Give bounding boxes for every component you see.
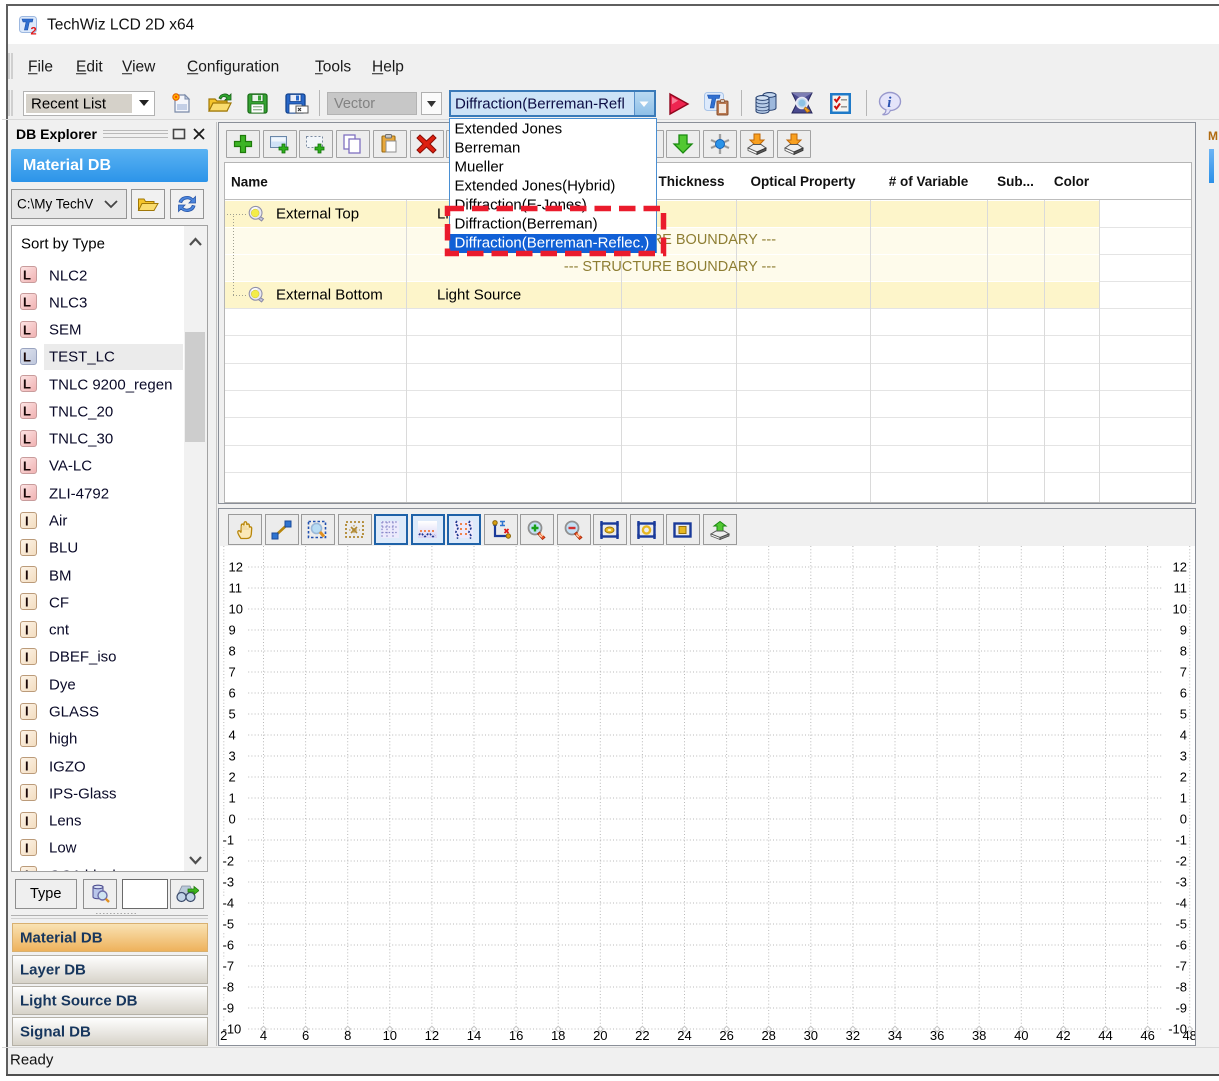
svg-text:5: 5 [1179, 707, 1186, 722]
svg-text:-9: -9 [222, 1001, 234, 1016]
svg-text:-3: -3 [1175, 875, 1187, 890]
svg-text:4: 4 [1179, 728, 1186, 743]
svg-text:5: 5 [228, 707, 235, 722]
svg-text:-4: -4 [222, 896, 234, 911]
svg-text:26: 26 [719, 1028, 733, 1043]
svg-text:12: 12 [1172, 560, 1186, 575]
svg-text:10: 10 [382, 1028, 396, 1043]
svg-text:3: 3 [228, 749, 235, 764]
svg-text:-6: -6 [1175, 938, 1187, 953]
svg-text:-8: -8 [1175, 980, 1187, 995]
svg-text:-5: -5 [1175, 917, 1187, 932]
svg-text:8: 8 [228, 644, 235, 659]
svg-text:12: 12 [424, 1028, 438, 1043]
svg-text:36: 36 [929, 1028, 943, 1043]
svg-text:-4: -4 [1175, 896, 1187, 911]
svg-text:7: 7 [228, 665, 235, 680]
svg-text:20: 20 [593, 1028, 607, 1043]
svg-text:22: 22 [635, 1028, 649, 1043]
svg-text:7: 7 [1179, 665, 1186, 680]
svg-text:0: 0 [1179, 812, 1186, 827]
svg-text:-1: -1 [222, 833, 234, 848]
svg-text:-1: -1 [1175, 833, 1187, 848]
svg-text:2: 2 [228, 770, 235, 785]
svg-text:32: 32 [845, 1028, 859, 1043]
svg-text:9: 9 [1179, 623, 1186, 638]
svg-text:14: 14 [466, 1028, 480, 1043]
svg-text:11: 11 [228, 581, 242, 596]
svg-text:9: 9 [228, 623, 235, 638]
svg-text:-8: -8 [222, 980, 234, 995]
svg-text:-3: -3 [222, 875, 234, 890]
svg-text:6: 6 [301, 1028, 308, 1043]
svg-text:6: 6 [228, 686, 235, 701]
svg-text:8: 8 [344, 1028, 351, 1043]
svg-text:6: 6 [1179, 686, 1186, 701]
svg-text:40: 40 [1014, 1028, 1028, 1043]
svg-text:10: 10 [1172, 602, 1186, 617]
svg-text:1: 1 [228, 791, 235, 806]
svg-text:-7: -7 [1175, 959, 1187, 974]
svg-text:4: 4 [228, 728, 235, 743]
svg-text:2: 2 [1179, 770, 1186, 785]
svg-text:11: 11 [1173, 581, 1187, 596]
svg-text:2: 2 [220, 1028, 227, 1043]
svg-text:42: 42 [1056, 1028, 1070, 1043]
svg-text:30: 30 [803, 1028, 817, 1043]
svg-text:-6: -6 [222, 938, 234, 953]
svg-text:-2: -2 [1175, 854, 1187, 869]
svg-text:3: 3 [1179, 749, 1186, 764]
svg-text:24: 24 [677, 1028, 691, 1043]
svg-text:28: 28 [761, 1028, 775, 1043]
svg-text:2: 2 [31, 26, 37, 36]
svg-text:16: 16 [508, 1028, 522, 1043]
svg-text:-5: -5 [222, 917, 234, 932]
svg-text:38: 38 [971, 1028, 985, 1043]
svg-text:8: 8 [1179, 644, 1186, 659]
svg-text:44: 44 [1098, 1028, 1112, 1043]
svg-text:-9: -9 [1175, 1001, 1187, 1016]
svg-text:1: 1 [1179, 791, 1186, 806]
svg-text:0: 0 [228, 812, 235, 827]
svg-text:-7: -7 [222, 959, 234, 974]
svg-text:12: 12 [228, 560, 242, 575]
svg-text:10: 10 [228, 602, 242, 617]
svg-text:34: 34 [887, 1028, 901, 1043]
svg-text:18: 18 [550, 1028, 564, 1043]
svg-text:48: 48 [1182, 1028, 1195, 1043]
svg-text:46: 46 [1140, 1028, 1154, 1043]
svg-text:-2: -2 [222, 854, 234, 869]
svg-text:4: 4 [259, 1028, 266, 1043]
